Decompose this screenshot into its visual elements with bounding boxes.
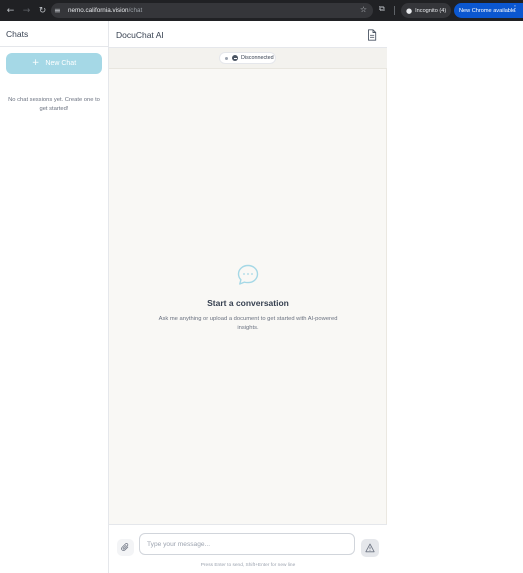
sidebar-title: Chats <box>6 29 29 39</box>
url-host: nemo.california.vision <box>68 7 129 14</box>
plus-icon: + <box>31 58 40 68</box>
chat-sidebar: Chats + New Chat No chat sessions yet. C… <box>0 21 109 573</box>
new-chat-label: New Chat <box>45 60 77 67</box>
message-composer: Press Enter to send, Shift+Enter for new… <box>109 524 387 573</box>
toolbar-divider <box>394 6 395 15</box>
address-url[interactable]: nemo.california.vision/chat <box>68 7 142 14</box>
warning-icon <box>365 543 375 553</box>
connection-status-badge: Disconnected <box>219 52 276 64</box>
empty-conversation: Start a conversation Ask me anything or … <box>109 263 387 333</box>
bookmark-star-icon[interactable]: ☆ <box>360 5 367 14</box>
forward-arrow-icon[interactable]: → <box>20 4 33 17</box>
app-title: DocuChat AI <box>116 30 164 40</box>
more-menu-icon[interactable]: ⋮ <box>511 4 519 13</box>
composer-hint: Press Enter to send, Shift+Enter for new… <box>200 563 296 568</box>
send-button[interactable] <box>361 539 379 557</box>
tab-search-icon[interactable]: ⧉ <box>379 4 390 16</box>
empty-state-title: Start a conversation <box>207 298 289 308</box>
back-arrow-icon[interactable]: ← <box>4 4 17 17</box>
chat-bubble-icon <box>237 264 259 285</box>
connection-bar: Disconnected <box>109 48 387 69</box>
update-label: New Chrome available <box>459 7 516 14</box>
incognito-label: Incognito (4) <box>415 7 447 14</box>
empty-sessions-message: No chat sessions yet. Create one to get … <box>8 97 100 112</box>
status-dot-icon <box>225 56 228 60</box>
sidebar-divider <box>0 46 108 47</box>
incognito-badge[interactable]: ● Incognito (4) <box>401 3 452 18</box>
reload-icon[interactable]: ↻ <box>36 4 49 17</box>
url-path: /chat <box>128 7 143 14</box>
paperclip-icon <box>121 543 129 551</box>
minus-circle-icon <box>232 55 238 61</box>
address-bar[interactable]: ≡ nemo.california.vision/chat ☆ <box>51 3 373 18</box>
connection-status-label: Disconnected <box>241 55 274 61</box>
browser-toolbar: ← → ↻ ≡ nemo.california.vision/chat ☆ ⧉ … <box>0 0 523 21</box>
incognito-icon: ● <box>406 6 413 15</box>
site-info-icon[interactable]: ≡ <box>54 6 64 15</box>
message-input[interactable] <box>139 533 355 555</box>
document-icon[interactable] <box>367 28 377 41</box>
chrome-update-button[interactable]: New Chrome available ⋮ <box>454 3 523 18</box>
right-panel <box>388 21 523 573</box>
attach-file-button[interactable] <box>117 539 134 556</box>
chat-header: DocuChat AI <box>109 21 387 48</box>
chat-main: DocuChat AI Disconnected Start a convers… <box>109 21 387 573</box>
new-chat-button[interactable]: + New Chat <box>6 53 102 74</box>
empty-state-subtitle: Ask me anything or upload a document to … <box>158 316 338 331</box>
